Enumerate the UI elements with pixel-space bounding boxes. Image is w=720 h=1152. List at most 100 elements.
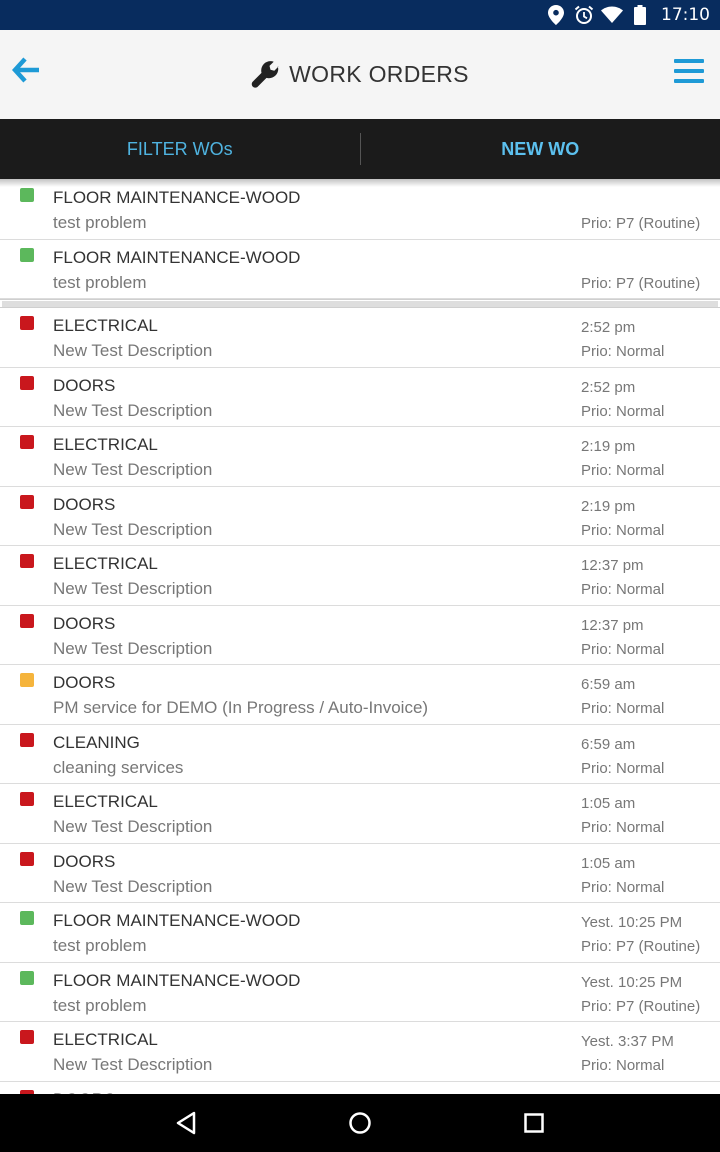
work-order-time: 2:52 pm [581, 378, 636, 396]
menu-line [674, 69, 704, 73]
work-order-description: New Test Description [53, 460, 213, 479]
orders-group: ELECTRICAL New Test Description 2:52 pm Pri… [0, 308, 720, 1094]
work-order-description: New Test Description [53, 876, 213, 896]
arrow-left-icon [12, 57, 39, 83]
work-order-description: test problem [53, 213, 147, 232]
status-indicator [20, 375, 34, 390]
work-order-priority: Prio: Normal [581, 521, 665, 539]
work-order-list[interactable]: FLOOR MAINTENANCE-WOOD test problem Prio: … [0, 180, 720, 1094]
back-button[interactable] [10, 54, 42, 86]
work-order-row[interactable]: FLOOR MAINTENANCE-WOOD test problem Prio: … [0, 180, 720, 240]
alarm-icon [573, 4, 595, 26]
work-order-category: DOORS [53, 851, 116, 871]
status-indicator [20, 613, 34, 628]
work-order-time: 2:19 pm [581, 497, 636, 515]
work-order-category: DOORS [53, 673, 116, 692]
new-wo-button[interactable]: NEW WO [361, 119, 720, 179]
status-indicator [20, 792, 34, 806]
work-order-row[interactable]: ELECTRICAL New Test Description 12:37 pm Pr… [0, 546, 720, 606]
wrench-icon [251, 60, 279, 88]
nav-home-button[interactable] [340, 1103, 380, 1143]
work-order-priority: Prio: Normal [581, 1057, 665, 1074]
work-order-row[interactable]: DOORS New Test Description 2:52 pm Prio: No… [0, 368, 720, 427]
work-order-row[interactable]: FLOOR MAINTENANCE-WOOD test problem Prio: … [0, 240, 720, 299]
work-order-description: New Test Description [53, 579, 213, 598]
status-indicator [20, 247, 34, 262]
work-order-category: FLOOR MAINTENANCE-WOOD [53, 247, 301, 267]
work-order-category: DOORS [53, 375, 116, 395]
work-order-time: 2:19 pm [581, 438, 636, 455]
nav-back-button[interactable] [166, 1103, 206, 1143]
status-indicator [20, 673, 34, 687]
work-order-priority: Prio: Normal [581, 581, 665, 598]
work-order-priority: Prio: Normal [581, 462, 665, 479]
work-order-time: 1:05 am [581, 795, 636, 812]
work-order-category: ELECTRICAL [53, 1030, 158, 1049]
work-order-priority: Prio: Normal [581, 640, 665, 658]
work-order-category: DOORS [53, 494, 116, 514]
status-indicator [20, 970, 34, 985]
work-order-row[interactable]: FLOOR MAINTENANCE-WOOD test problem Yest. … [0, 903, 720, 963]
menu-line [674, 59, 704, 63]
work-order-time: 2:52 pm [581, 319, 636, 336]
work-order-category: ELECTRICAL [53, 316, 158, 335]
work-order-row[interactable]: FLOOR MAINTENANCE-WOOD test problem Yest. … [0, 963, 720, 1022]
work-order-category: ELECTRICAL [53, 435, 158, 454]
menu-line [674, 79, 704, 83]
work-order-priority: Prio: Normal [581, 700, 665, 717]
tab-bar-shadow [0, 179, 720, 187]
work-order-row[interactable]: DOORS New Test Description 1:05 am Prio: No… [0, 844, 720, 903]
work-order-priority: Prio: Normal [581, 759, 665, 777]
work-order-row[interactable]: DOORS New Test Description 2:19 pm Prio: No… [0, 487, 720, 546]
work-order-description: New Test Description [53, 400, 213, 420]
filter-wos-button[interactable]: FILTER WOs [0, 119, 360, 179]
work-order-time: Yest. 10:25 PM [581, 914, 683, 931]
work-order-priority: Prio: P7 (Routine) [581, 938, 701, 955]
work-order-category: ELECTRICAL [53, 554, 158, 573]
nav-recents-button[interactable] [514, 1103, 554, 1143]
work-order-time: 6:59 am [581, 735, 636, 753]
work-order-row[interactable]: ELECTRICAL New Test Description Yest. 3:37… [0, 1022, 720, 1082]
title-group: WORK ORDERS [0, 30, 720, 119]
work-order-priority: Prio: P7 (Routine) [581, 215, 701, 232]
work-order-description: test problem [53, 995, 147, 1015]
status-indicator [20, 911, 34, 925]
back-triangle-icon [176, 1111, 196, 1135]
work-order-priority: Prio: Normal [581, 819, 665, 836]
work-order-category: FLOOR MAINTENANCE-WOOD [53, 188, 301, 207]
work-order-row[interactable]: CLEANING cleaning services 6:59 am Prio: No… [0, 725, 720, 784]
status-indicator [20, 316, 34, 330]
work-order-category: ELECTRICAL [53, 792, 158, 811]
status-indicator [20, 554, 34, 568]
work-order-category: DOORS [53, 613, 116, 633]
location-icon [545, 4, 567, 26]
work-order-row[interactable]: ELECTRICAL New Test Description 2:52 pm Pri… [0, 308, 720, 368]
status-indicator [20, 435, 34, 449]
work-order-category: FLOOR MAINTENANCE-WOOD [53, 911, 301, 930]
pinned-group: FLOOR MAINTENANCE-WOOD test problem Prio: … [0, 180, 720, 299]
work-order-category: CLEANING [53, 732, 140, 752]
page-title: WORK ORDERS [289, 61, 469, 87]
status-indicator [20, 732, 34, 747]
status-indicator [20, 494, 34, 509]
clock-time: 17:10 [661, 5, 710, 25]
work-order-row[interactable]: DOORSYest. 3:37 PM [0, 1082, 720, 1094]
battery-icon [629, 4, 651, 26]
hamburger-menu-button[interactable] [674, 56, 704, 86]
work-order-description: cleaning services [53, 757, 184, 777]
work-order-priority: Prio: Normal [581, 878, 665, 896]
work-order-row[interactable]: DOORS PM service for DEMO (In Progress / … [0, 665, 720, 725]
status-bar: 17:10 [0, 0, 720, 30]
work-order-priority: Prio: Normal [581, 402, 665, 420]
work-order-time: Yest. 3:37 PM [581, 1033, 674, 1050]
work-order-row[interactable]: ELECTRICAL New Test Description 2:19 pm Pri… [0, 427, 720, 487]
work-order-description: New Test Description [53, 341, 213, 360]
work-order-priority: Prio: Normal [581, 343, 665, 360]
work-order-description: New Test Description [53, 638, 213, 658]
app-bar: WORK ORDERS [0, 30, 720, 119]
work-order-description: New Test Description [53, 817, 213, 836]
work-order-row[interactable]: ELECTRICAL New Test Description 1:05 am Pri… [0, 784, 720, 844]
system-nav-bar [0, 1094, 720, 1152]
work-order-row[interactable]: DOORS New Test Description 12:37 pm Prio: N… [0, 606, 720, 665]
home-circle-icon [349, 1112, 371, 1134]
